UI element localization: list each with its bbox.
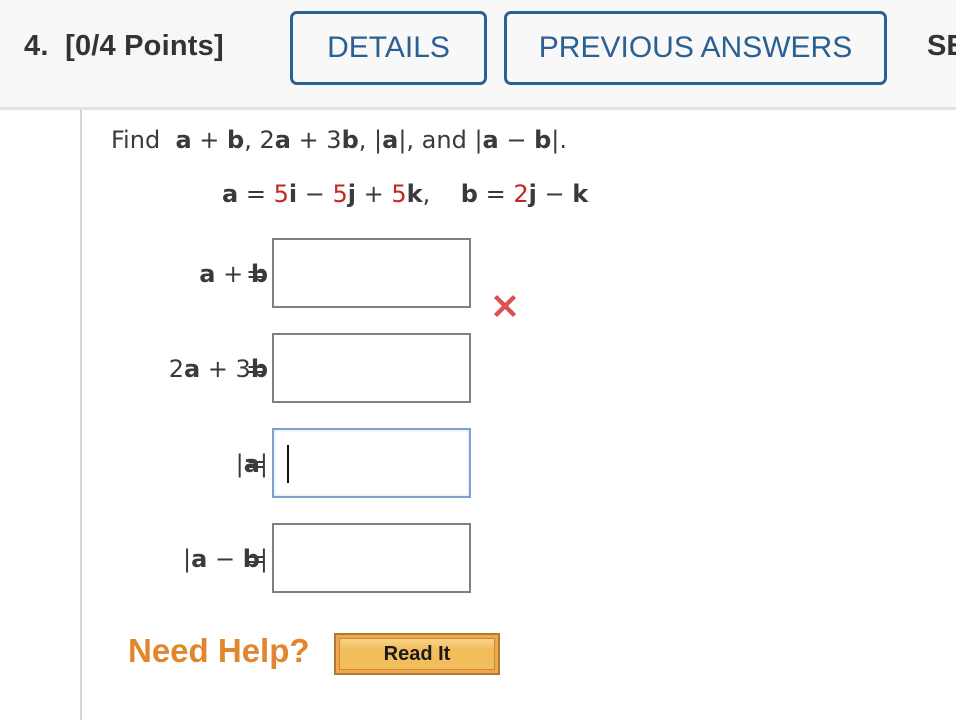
answer-input-2a-plus-3b[interactable] (272, 333, 471, 403)
prompt-text: |. (551, 126, 568, 154)
operator: − (536, 180, 573, 208)
cut-off-header-button[interactable]: SE (927, 30, 956, 63)
equals-sign: = (238, 180, 274, 208)
label-part: a (183, 355, 201, 383)
previous-answers-button[interactable]: PREVIOUS ANSWERS (504, 11, 887, 85)
question-prompt: Find a + b, 2a + 3b, |a|, and |a − b|. (111, 126, 567, 154)
operator: + (355, 180, 392, 208)
prompt-text: |, and | (398, 126, 483, 154)
label-part: + 3 (200, 355, 251, 383)
question-number: 4. (24, 30, 49, 62)
prompt-text: + (191, 126, 228, 154)
question-header: 4. [0/4 Points] DETAILS PREVIOUS ANSWERS… (0, 0, 956, 110)
incorrect-x-icon (494, 295, 516, 317)
answer-input-a-plus-b[interactable] (272, 238, 471, 308)
label-part: a (199, 260, 216, 288)
coefficient: 2 (513, 180, 529, 208)
equals-sign: = (246, 450, 267, 478)
answer-row-a-plus-b: a + b = (0, 238, 480, 308)
details-button[interactable]: DETAILS (290, 11, 487, 85)
equals-sign: = (246, 260, 267, 288)
prompt-vector-b: b (534, 126, 552, 154)
prompt-text: − (498, 126, 535, 154)
unit-vector-i: i (288, 180, 298, 208)
prompt-vector-b: b (341, 126, 359, 154)
left-border-divider (80, 110, 82, 720)
prompt-vector-a: a (382, 126, 399, 154)
prompt-vector-a: a (274, 126, 291, 154)
question-points: [0/4 Points] (65, 30, 224, 62)
text-caret (287, 445, 289, 483)
equals-sign: = (246, 545, 267, 573)
coefficient: 5 (332, 180, 348, 208)
label-part: | (235, 450, 244, 478)
equals-sign: = (246, 355, 267, 383)
equals-sign: = (477, 180, 514, 208)
coefficient: 5 (273, 180, 289, 208)
vector-b-name: b (460, 180, 478, 208)
unit-vector-j: j (347, 180, 356, 208)
prompt-vector-b: b (227, 126, 245, 154)
unit-vector-j: j (528, 180, 537, 208)
unit-vector-k: k (572, 180, 589, 208)
coefficient: 5 (391, 180, 407, 208)
prompt-vector-a: a (482, 126, 499, 154)
label-part: a (191, 545, 208, 573)
answer-row-magnitude-a-minus-b: |a − b| = (0, 523, 480, 593)
separator: , (422, 180, 461, 208)
label-part: 2 (168, 355, 184, 383)
prompt-vector-a: a (175, 126, 192, 154)
answer-input-magnitude-a-minus-b[interactable] (272, 523, 471, 593)
label-part: | (183, 545, 192, 573)
answer-input-magnitude-a[interactable] (272, 428, 471, 498)
vector-definitions: a = 5i − 5j + 5k, b = 2j − k (222, 180, 588, 208)
prompt-text: + 3 (290, 126, 342, 154)
vector-a-name: a (222, 180, 239, 208)
answer-row-magnitude-a: |a| = (0, 428, 480, 498)
question-title: 4. [0/4 Points] (24, 30, 224, 63)
operator: − (297, 180, 333, 208)
prompt-find-word: Find (111, 126, 161, 154)
answer-row-2a-plus-3b: 2a + 3b = (0, 333, 480, 403)
need-help-label: Need Help? (128, 632, 310, 669)
prompt-text: , 2 (244, 126, 275, 154)
read-it-button[interactable]: Read It (334, 633, 500, 675)
read-it-button-label: Read It (339, 638, 495, 670)
prompt-text: , | (358, 126, 383, 154)
unit-vector-k: k (406, 180, 423, 208)
label-part: − (207, 545, 243, 573)
